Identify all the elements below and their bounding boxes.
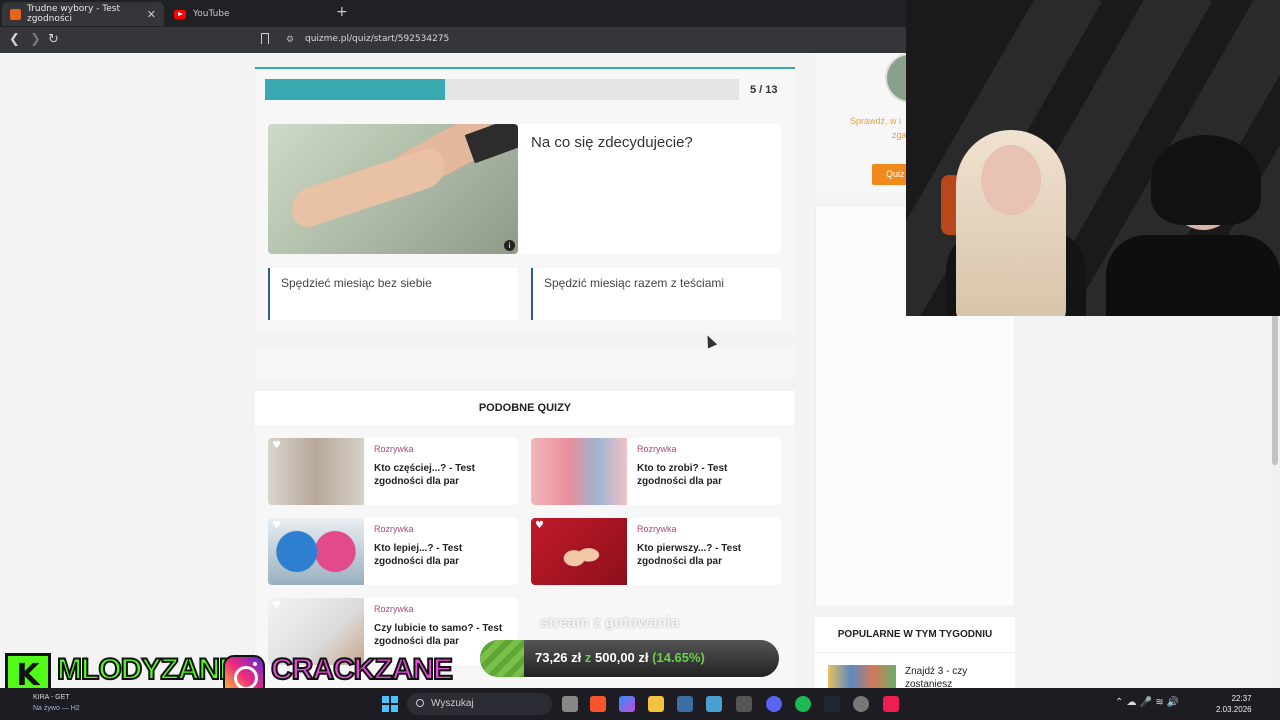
quiz-title[interactable]: Znajdź 3 - czy zostaniesz	[905, 665, 1005, 688]
popular-section: POPULARNE W TYM TYGODNIU Znajdź 3 - czy …	[815, 617, 1015, 688]
search-placeholder: Wyszukaj	[431, 698, 474, 709]
donation-goal-bar: 73,26 zł z 500,00 zł (14.65%)	[480, 640, 779, 677]
quiz-thumbnail	[531, 438, 627, 505]
brave-icon[interactable]	[590, 696, 606, 712]
obs-icon[interactable]	[853, 696, 869, 712]
now-playing-status: Na żywo — H2	[33, 705, 80, 712]
taskbar: KIRA - GET Na żywo — H2 Wyszukaj ⌃ ☁ 🎤 ≋…	[0, 688, 1280, 720]
spotify-icon[interactable]	[795, 696, 811, 712]
quiz-category: Rozrywka	[637, 524, 677, 534]
tab-youtube[interactable]: YouTube	[170, 2, 310, 26]
donation-current: 73,26 zł	[535, 650, 582, 665]
now-playing-title: KIRA - GET	[33, 694, 70, 701]
quizme-favicon-icon	[10, 8, 21, 20]
quiz-category: Rozrywka	[374, 604, 414, 614]
quiz-title[interactable]: Kto to zrobi? - Test zgodności dla par	[637, 462, 777, 488]
webcam-overlay	[906, 0, 1280, 316]
answer-option-2[interactable]: Spędzić miesiąc razem z teściami	[531, 268, 781, 320]
address-bar[interactable]: quizme.pl/quiz/start/592534275	[305, 34, 449, 44]
donation-progress-fill	[480, 640, 524, 677]
progress-fill	[265, 79, 446, 100]
donation-percent: (14.65%)	[652, 650, 705, 665]
heart-icon[interactable]: ♥	[272, 441, 283, 451]
quiz-card: 5 / 13 i Na co się zdecydujecie? Spędzie…	[255, 67, 795, 333]
similar-quiz-card[interactable]: ♥ Rozrywka Kto lepiej...? - Test zgodnoś…	[268, 518, 518, 585]
quiz-thumbnail[interactable]	[828, 665, 896, 688]
similar-quiz-card[interactable]: ♥ Rozrywka Kto częściej...? - Test zgodn…	[268, 438, 518, 505]
similar-quiz-card[interactable]: Rozrywka Kto to zrobi? - Test zgodności …	[531, 438, 781, 505]
clock[interactable]: 22:37 2.03.2026	[1216, 693, 1252, 715]
donation-separator: z	[584, 650, 592, 665]
file-explorer-icon[interactable]	[648, 696, 664, 712]
store-icon[interactable]	[677, 696, 693, 712]
heart-icon[interactable]: ♥	[535, 521, 546, 531]
tiktok-icon[interactable]	[883, 696, 899, 712]
promo-text: zga	[892, 130, 907, 140]
search-icon	[416, 699, 424, 707]
section-heading: PODOBNE QUIZY	[255, 391, 795, 425]
progress-counter: 5 / 13	[750, 84, 778, 96]
instagram-username: CRACKZANE	[270, 652, 454, 687]
close-icon[interactable]: ✕	[147, 8, 156, 21]
question-box: Na co się zdecydujecie?	[518, 124, 781, 254]
tab-quiz[interactable]: Trudne wybory - Test zgodności ✕	[2, 2, 164, 26]
bookmark-icon[interactable]	[261, 33, 269, 44]
forward-icon[interactable]: ❯	[30, 32, 41, 47]
copilot-icon[interactable]	[619, 696, 635, 712]
notes-icon[interactable]	[706, 696, 722, 712]
taskbar-now-playing[interactable]: KIRA - GET Na żywo — H2	[33, 692, 80, 714]
steam-icon[interactable]	[824, 696, 840, 712]
new-tab-button[interactable]: +	[336, 4, 348, 20]
promo-text: Sprawdź, w i	[850, 116, 902, 126]
quiz-title[interactable]: Kto lepiej...? - Test zgodności dla par	[374, 542, 514, 568]
progress-bar	[265, 79, 739, 100]
donation-text: 73,26 zł z 500,00 zł (14.65%)	[535, 650, 705, 665]
donation-goal: 500,00 zł	[595, 650, 649, 665]
clock-date: 2.03.2026	[1216, 705, 1252, 714]
scrollbar-thumb[interactable]	[1272, 315, 1278, 465]
task-view-icon[interactable]	[562, 696, 578, 712]
quiz-category: Rozrywka	[374, 444, 414, 454]
windows-start-icon[interactable]	[382, 696, 398, 712]
question-text: Na co się zdecydujecie?	[531, 134, 693, 151]
info-icon[interactable]: i	[504, 240, 515, 251]
reload-icon[interactable]: ↻	[48, 32, 59, 47]
discord-icon[interactable]	[766, 696, 782, 712]
section-heading: POPULARNE W TYM TYGODNIU	[815, 617, 1015, 653]
quiz-category: Rozrywka	[637, 444, 677, 454]
system-tray[interactable]: ⌃ ☁ 🎤 ≋ 🔊	[1115, 697, 1179, 708]
quiz-title[interactable]: Kto częściej...? - Test zgodności dla pa…	[374, 462, 514, 488]
answer-option-1[interactable]: Spędzieć miesiąc bez siebie	[268, 268, 518, 320]
quiz-category: Rozrywka	[374, 524, 414, 534]
clock-time: 22:37	[1231, 694, 1252, 703]
kick-username: MLODYZANE	[56, 652, 240, 687]
site-settings-icon[interactable]: ⚙	[286, 35, 294, 45]
heart-icon[interactable]: ♥	[272, 601, 283, 611]
youtube-icon	[174, 9, 186, 19]
back-icon[interactable]: ❮	[9, 32, 20, 47]
taskbar-search[interactable]: Wyszukaj	[407, 693, 552, 715]
tab-label: YouTube	[193, 9, 230, 19]
heart-icon[interactable]: ♥	[272, 521, 283, 531]
similar-quiz-card[interactable]: ♥ Rozrywka Kto pierwszy...? - Test zgodn…	[531, 518, 781, 585]
tab-label: Trudne wybory - Test zgodności	[27, 4, 121, 24]
ad-placeholder	[255, 347, 795, 379]
quiz-title[interactable]: Kto pierwszy...? - Test zgodności dla pa…	[637, 542, 777, 568]
photos-icon[interactable]	[736, 696, 752, 712]
question-image: i	[268, 124, 518, 254]
stream-caption: stream z gotowania	[540, 614, 680, 631]
